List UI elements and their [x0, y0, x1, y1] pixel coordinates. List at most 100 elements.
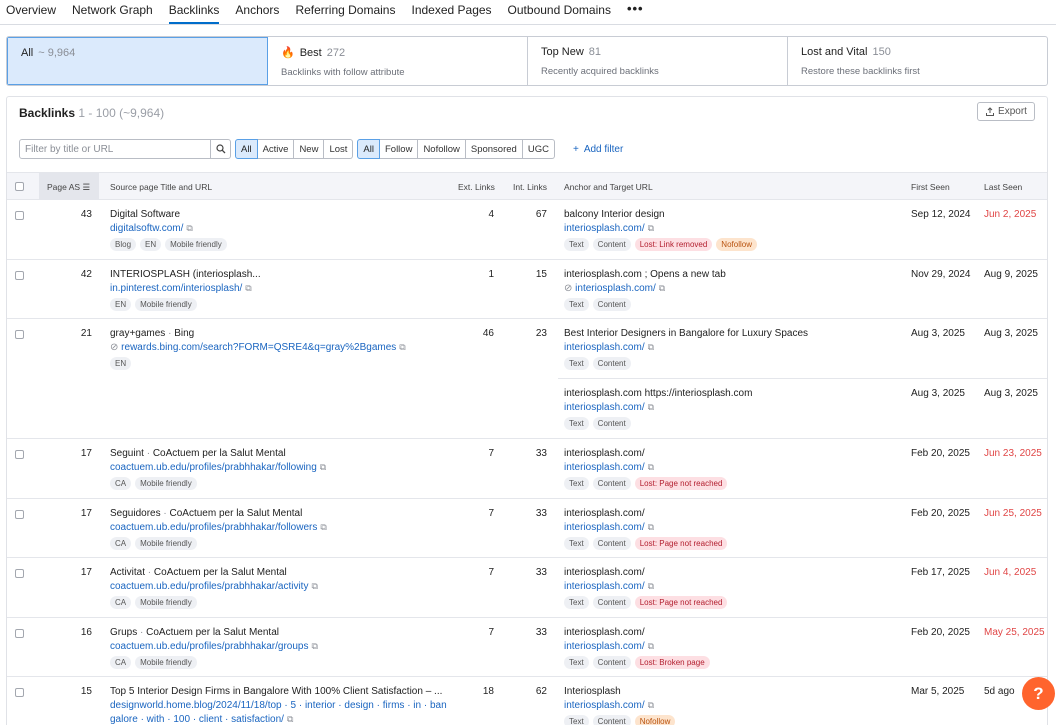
- status-all[interactable]: All: [235, 139, 258, 159]
- more-tabs-icon[interactable]: •••: [627, 0, 644, 24]
- type-nofollow[interactable]: Nofollow: [418, 139, 466, 159]
- row-checkbox[interactable]: [15, 569, 24, 578]
- search-input[interactable]: [19, 139, 211, 159]
- card-top-new[interactable]: Top New 81 Recently acquired backlinks: [528, 37, 788, 85]
- int-links-value: 15: [535, 269, 547, 280]
- card-lost-vital[interactable]: Lost and Vital 150 Restore these backlink…: [788, 37, 1047, 85]
- target-url[interactable]: interiosplash.com/⧉: [564, 581, 654, 592]
- target-url-2[interactable]: interiosplash.com/⧉: [564, 402, 654, 413]
- source-url[interactable]: coactuem.ub.edu/profiles/prabhhakar/foll…: [110, 522, 327, 533]
- tag: EN: [140, 238, 162, 251]
- lost-badge: Lost: Page not reached: [634, 477, 728, 490]
- col-int-links[interactable]: Int. Links: [513, 182, 547, 192]
- source-url[interactable]: digitalsoftw.com/⧉: [110, 223, 193, 234]
- source-tags: CA Mobile friendly: [110, 596, 197, 609]
- last-seen: Jun 4, 2025: [984, 567, 1037, 578]
- redirect-icon: ⊘: [110, 342, 122, 353]
- source-url-cont[interactable]: galore · with · 100 · client · satisfact…: [110, 714, 293, 725]
- anchor-tags: Text Content Lost: Page not reached: [564, 537, 728, 550]
- select-all-checkbox[interactable]: [15, 182, 24, 191]
- tag: Content: [592, 298, 631, 311]
- target-url[interactable]: interiosplash.com/⧉: [564, 522, 654, 533]
- tag: EN: [110, 357, 132, 370]
- table-row: 17 Seguidores · CoActuem per la Salut Me…: [7, 499, 1047, 558]
- source-url[interactable]: coactuem.ub.edu/profiles/prabhhakar/grou…: [110, 641, 318, 652]
- row-checkbox[interactable]: [15, 450, 24, 459]
- tag: Mobile friendly: [135, 537, 197, 550]
- tab-network-graph[interactable]: Network Graph: [72, 0, 153, 24]
- row-checkbox[interactable]: [15, 629, 24, 638]
- col-last-seen[interactable]: Last Seen: [984, 182, 1022, 192]
- last-seen: Aug 9, 2025: [984, 269, 1038, 280]
- card-all[interactable]: All ~ 9,964: [7, 37, 268, 85]
- table-row: 15 Top 5 Interior Design Firms in Bangal…: [7, 677, 1047, 725]
- source-url[interactable]: coactuem.ub.edu/profiles/prabhhakar/foll…: [110, 462, 326, 473]
- source-url[interactable]: designworld.home.blog/2024/11/18/top · 5…: [110, 700, 447, 711]
- external-link-icon: ⧉: [658, 283, 666, 293]
- source-url[interactable]: ⊘ rewards.bing.com/search?FORM=QSRE4&q=g…: [110, 342, 406, 353]
- external-link-icon: ⧉: [647, 402, 655, 412]
- tab-backlinks[interactable]: Backlinks: [168, 0, 220, 24]
- source-title: Grups · CoActuem per la Salut Mental: [110, 627, 279, 638]
- tag: Mobile friendly: [135, 656, 197, 669]
- row-checkbox[interactable]: [15, 211, 24, 220]
- page-as-value: 17: [80, 508, 92, 519]
- type-all[interactable]: All: [357, 139, 380, 159]
- external-link-icon: ⧉: [320, 522, 327, 532]
- source-title: Activitat · CoActuem per la Salut Mental: [110, 567, 287, 578]
- tab-overview[interactable]: Overview: [6, 0, 56, 24]
- type-follow[interactable]: Follow: [379, 139, 419, 159]
- col-first-seen[interactable]: First Seen: [911, 182, 950, 192]
- ext-links-value: 7: [488, 627, 494, 638]
- card-best-title: Best: [299, 46, 322, 59]
- tab-outbound-domains[interactable]: Outbound Domains: [508, 0, 611, 24]
- tag: Content: [592, 238, 631, 251]
- target-url[interactable]: ⊘ interiosplash.com/⧉: [564, 283, 665, 294]
- target-url[interactable]: interiosplash.com/⧉: [564, 641, 654, 652]
- external-link-icon: ⧉: [311, 641, 318, 651]
- source-url[interactable]: coactuem.ub.edu/profiles/prabhhakar/acti…: [110, 581, 318, 592]
- page-as-value: 43: [80, 209, 92, 220]
- lost-badge: Lost: Page not reached: [634, 537, 728, 550]
- type-sponsored[interactable]: Sponsored: [465, 139, 523, 159]
- tab-anchors[interactable]: Anchors: [235, 0, 279, 24]
- target-url[interactable]: interiosplash.com/⧉: [564, 223, 654, 234]
- last-seen: Jun 23, 2025: [984, 448, 1042, 459]
- target-url[interactable]: interiosplash.com/⧉: [564, 700, 654, 711]
- col-page-as[interactable]: Page AS ☰: [47, 182, 90, 193]
- target-url[interactable]: interiosplash.com/⧉: [564, 462, 654, 473]
- row-checkbox[interactable]: [15, 510, 24, 519]
- summary-cards: All ~ 9,964 🔥 Best 272 Backlinks with follo…: [6, 36, 1048, 86]
- status-active[interactable]: Active: [257, 139, 295, 159]
- int-links-value: 33: [535, 508, 547, 519]
- tab-referring-domains[interactable]: Referring Domains: [295, 0, 395, 24]
- table-row: 43 Digital Software digitalsoftw.com/⧉ B…: [7, 200, 1047, 260]
- first-seen: Sep 12, 2024: [911, 209, 971, 220]
- table-row: 17 Seguint · CoActuem per la Salut Menta…: [7, 439, 1047, 499]
- ext-links-value: 4: [488, 209, 494, 220]
- type-ugc[interactable]: UGC: [522, 139, 555, 159]
- anchor-tags: Text Content: [564, 357, 631, 370]
- tab-indexed-pages[interactable]: Indexed Pages: [411, 0, 491, 24]
- status-lost[interactable]: Lost: [324, 139, 354, 159]
- tag: Mobile friendly: [135, 596, 197, 609]
- row-checkbox[interactable]: [15, 330, 24, 339]
- int-links-value: 23: [535, 328, 547, 339]
- card-best[interactable]: 🔥 Best 272 Backlinks with follow attribute: [268, 37, 528, 85]
- source-url[interactable]: in.pinterest.com/interiosplash/⧉: [110, 283, 252, 294]
- col-ext-links[interactable]: Ext. Links: [458, 182, 495, 192]
- search-button[interactable]: [211, 139, 231, 159]
- export-button[interactable]: Export: [977, 102, 1035, 121]
- int-links-value: 33: [535, 448, 547, 459]
- status-new[interactable]: New: [294, 139, 325, 159]
- card-all-title: All: [21, 47, 34, 59]
- row-checkbox[interactable]: [15, 271, 24, 280]
- row-checkbox[interactable]: [15, 688, 24, 697]
- card-top-new-subtitle: Recently acquired backlinks: [541, 66, 659, 77]
- add-filter-button[interactable]: + Add filter: [573, 144, 623, 155]
- tag: Mobile friendly: [135, 477, 197, 490]
- last-seen-2: Aug 3, 2025: [984, 388, 1038, 399]
- int-links-value: 62: [535, 686, 547, 697]
- help-button[interactable]: ?: [1022, 677, 1055, 710]
- target-url[interactable]: interiosplash.com/⧉: [564, 342, 654, 353]
